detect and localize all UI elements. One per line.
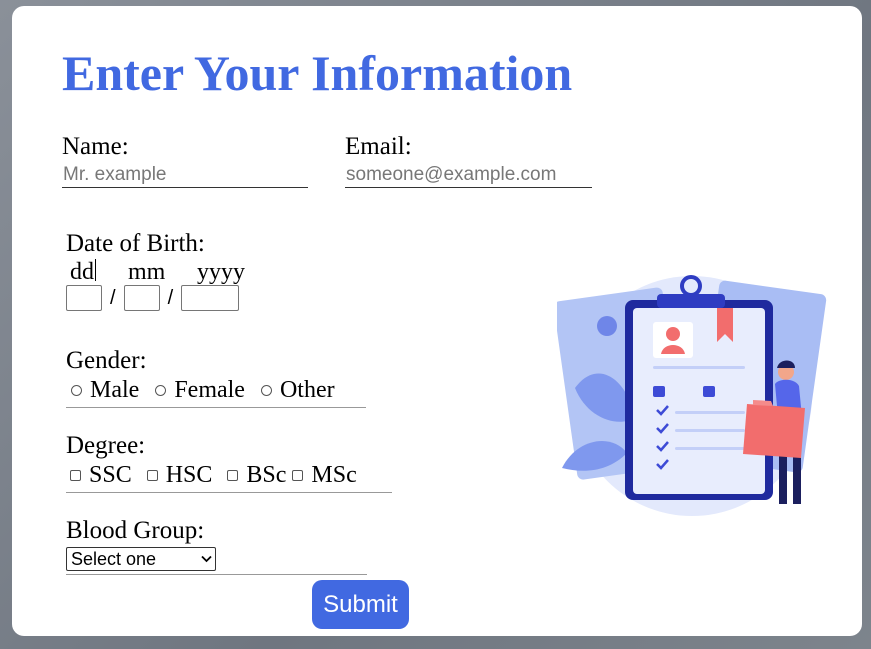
degree-option-bsc[interactable]: BSc [223,462,286,489]
degree-label: Degree: [66,432,146,459]
checkbox-ssc[interactable] [70,470,81,481]
illustration-clipboard-paper [633,308,765,494]
blood-group-field: Blood Group: Select one [66,518,367,575]
blood-group-label: Blood Group: [66,517,205,544]
dob-label: Date of Birth: [66,230,205,257]
email-field-group: Email: [345,134,592,188]
illustration-square [653,386,665,397]
dob-inputs: / / [66,285,240,311]
name-input[interactable] [62,163,308,188]
illustration-line [675,447,745,450]
dob-separator: / [110,286,116,309]
gender-group: Gender: Male Female Other [66,348,366,408]
gender-option-label: Female [174,377,245,403]
degree-option-hsc[interactable]: HSC [143,462,213,489]
blood-group-select[interactable]: Select one [66,547,216,571]
dob-month-input[interactable] [123,285,160,311]
degree-option-msc[interactable]: MSc [288,462,357,489]
illustration-line [675,411,745,414]
degree-option-label: HSC [165,462,213,488]
illustration-photo-head [666,327,680,341]
dob-separator: / [167,286,174,309]
gender-label: Gender: [66,347,147,374]
dob-hint-month: mm [128,259,166,285]
gender-option-male[interactable]: Male [66,377,139,404]
page-title: Enter Your Information [62,45,573,101]
degree-option-label: SSC [89,462,132,488]
blood-group-selected: Select one [71,548,157,569]
form-card: Enter Your Information Name: Email: Date… [12,6,862,636]
degree-option-label: BSc [246,462,287,488]
illustration-line [675,429,745,432]
submit-button[interactable]: Submit [312,580,409,629]
illustration-folder [743,404,805,458]
gender-option-female[interactable]: Female [150,377,245,404]
checkbox-hsc[interactable] [146,470,158,481]
degree-options: SSC HSC BSc MSc [66,462,392,493]
dob-day-input[interactable] [66,285,102,311]
dob-hint-day: dd [70,259,94,285]
radio-female[interactable] [155,385,167,396]
gender-option-label: Male [90,377,140,403]
illustration-square [703,386,715,397]
text-caret [95,259,96,281]
radio-male[interactable] [71,385,82,396]
dob-hints: dd mm yyyy [66,259,245,285]
illustration-small-avatar [597,316,617,336]
blood-group-row: Select one [66,547,367,575]
gender-option-other[interactable]: Other [256,377,335,404]
dob-year-input[interactable] [181,285,240,311]
radio-other[interactable] [260,385,272,396]
illustration-line [653,366,745,369]
email-input[interactable] [345,163,592,188]
name-field-group: Name: [62,134,308,188]
checkbox-msc[interactable] [292,470,304,481]
clipboard-person-illustration-icon [557,275,827,516]
dob-hint-year: yyyy [197,259,245,285]
email-label: Email: [345,133,412,160]
chevron-down-icon [201,555,212,563]
name-label: Name: [62,133,129,160]
gender-option-label: Other [279,377,335,403]
date-of-birth-group: Date of Birth: dd mm yyyy / / [66,230,245,311]
degree-group: Degree: SSC HSC BSc MSc [66,433,392,493]
gender-options: Male Female Other [66,377,366,408]
degree-option-ssc[interactable]: SSC [66,462,132,489]
checkbox-bsc[interactable] [227,470,239,481]
degree-option-label: MSc [311,462,357,488]
